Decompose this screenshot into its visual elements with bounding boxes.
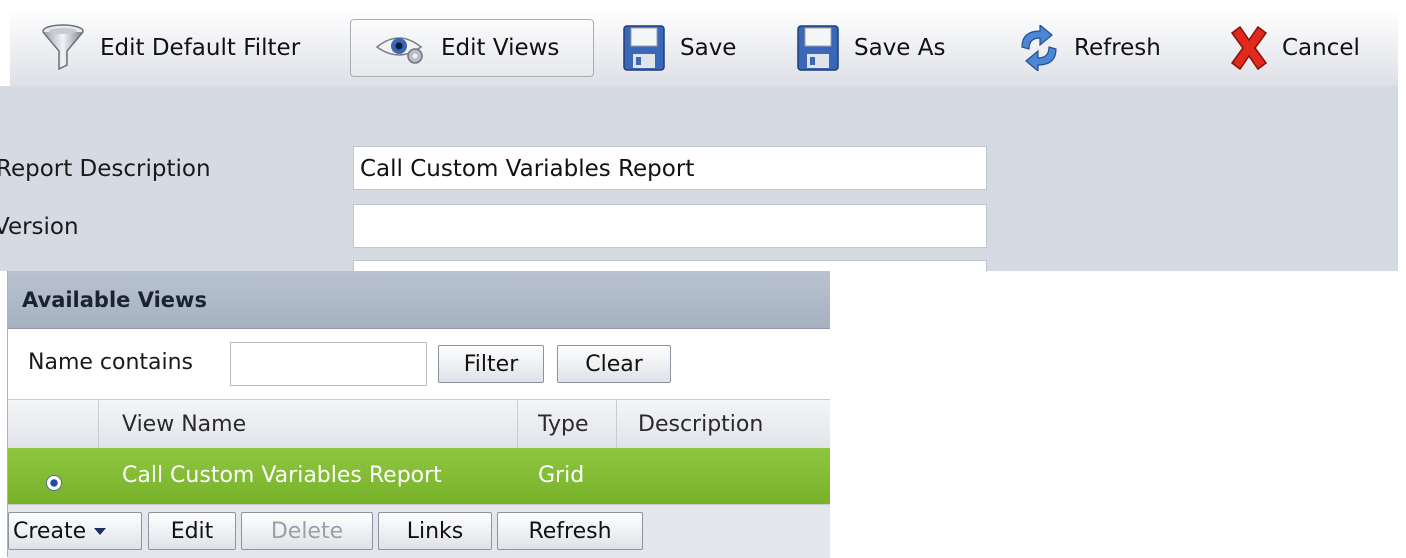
row-select-radio[interactable]: [46, 475, 62, 491]
save-as-button[interactable]: Save As: [796, 19, 945, 77]
floppy-disk-icon: [622, 24, 666, 72]
column-description[interactable]: Description: [638, 412, 763, 437]
column-view-name[interactable]: View Name: [122, 412, 246, 437]
floppy-disk-icon: [796, 24, 840, 72]
refresh-button[interactable]: Refresh: [1014, 19, 1161, 77]
save-as-label: Save As: [854, 35, 946, 61]
cancel-label: Cancel: [1282, 35, 1360, 61]
toolbar: Edit Default Filter Edit Views Save Save…: [10, 10, 1398, 87]
edit-default-filter-button[interactable]: Edit Default Filter: [40, 19, 300, 77]
create-label: Create: [13, 518, 87, 544]
version-label: Version: [0, 214, 79, 240]
eye-gear-icon: [375, 31, 427, 65]
refresh-arrows-icon: [1014, 25, 1064, 71]
views-action-bar: Create Edit Delete Links Refresh: [8, 504, 830, 558]
clear-button[interactable]: Clear: [557, 345, 671, 383]
top-strip: [0, 0, 1406, 10]
filter-row: Name contains Filter Clear: [8, 330, 830, 394]
table-row[interactable]: Call Custom Variables Report Grid: [8, 448, 830, 504]
chevron-down-icon[interactable]: [94, 527, 107, 535]
available-views-title: Available Views: [8, 271, 830, 329]
links-button[interactable]: Links: [378, 512, 492, 550]
row-view-name: Call Custom Variables Report: [122, 463, 442, 488]
cancel-button[interactable]: Cancel: [1228, 19, 1360, 77]
name-contains-label: Name contains: [28, 350, 194, 375]
edit-button[interactable]: Edit: [148, 512, 236, 550]
red-x-icon: [1228, 25, 1270, 71]
edit-views-label: Edit Views: [441, 35, 560, 61]
row-type: Grid: [538, 463, 585, 488]
refresh-views-button[interactable]: Refresh: [497, 512, 643, 550]
edit-views-button[interactable]: Edit Views: [350, 19, 594, 77]
filter-button[interactable]: Filter: [438, 345, 544, 383]
grid-header: View Name Type Description: [8, 399, 830, 449]
report-description-input[interactable]: Call Custom Variables Report: [353, 146, 987, 190]
create-dropdown-button[interactable]: Create: [8, 512, 142, 550]
name-contains-input[interactable]: [230, 342, 427, 386]
available-views-panel: Available Views Name contains Filter Cle…: [7, 271, 830, 558]
refresh-label: Refresh: [1074, 35, 1161, 61]
save-label: Save: [680, 35, 737, 61]
column-separator: [517, 400, 518, 448]
funnel-icon: [40, 23, 86, 73]
edit-default-filter-label: Edit Default Filter: [100, 35, 301, 61]
report-description-label: Report Description: [0, 156, 211, 182]
column-separator: [98, 400, 99, 448]
save-button[interactable]: Save: [622, 19, 736, 77]
version-input[interactable]: [353, 204, 987, 248]
column-type[interactable]: Type: [538, 412, 589, 437]
delete-button: Delete: [241, 512, 373, 550]
report-form: Report Description Call Custom Variables…: [0, 86, 1398, 272]
column-separator: [616, 400, 617, 448]
